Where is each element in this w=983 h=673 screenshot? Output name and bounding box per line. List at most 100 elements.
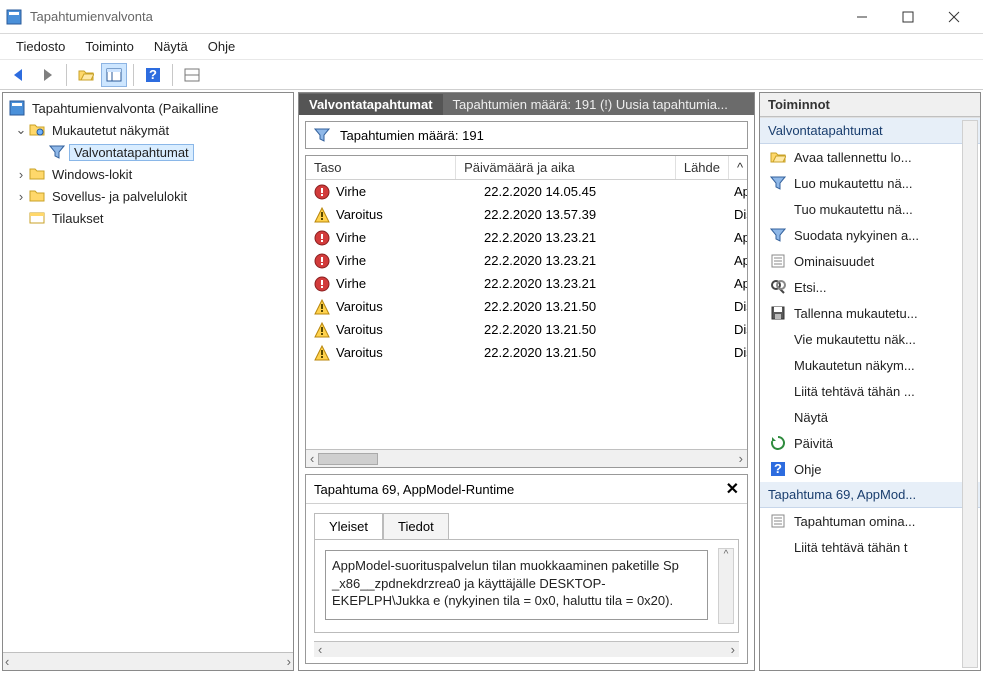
action-label: Mukautetun näkym... — [794, 358, 915, 373]
error-icon — [314, 276, 330, 292]
filter-summary-text: Tapahtumien määrä: 191 — [340, 128, 484, 143]
menu-action[interactable]: Toiminto — [75, 36, 143, 57]
action-label: Avaa tallennettu lo... — [794, 150, 912, 165]
blank-icon — [770, 331, 786, 347]
event-column-headers[interactable]: Taso Päivämäärä ja aika Lähde ^ — [306, 156, 747, 180]
toolbar-separator — [133, 64, 134, 86]
action-item[interactable]: Liitä tehtävä tähän t — [760, 534, 980, 560]
event-date: 22.2.2020 13.23.21 — [476, 251, 726, 270]
menu-file[interactable]: Tiedosto — [6, 36, 75, 57]
event-row[interactable]: Varoitus22.2.2020 13.21.50Distrib — [306, 318, 747, 341]
event-level: Varoitus — [336, 207, 383, 222]
tree-custom-views[interactable]: ⌄ Mukautetut näkymät — [5, 119, 291, 141]
action-item[interactable]: Luo mukautettu nä... — [760, 170, 980, 196]
action-item[interactable]: Suodata nykyinen a... — [760, 222, 980, 248]
scroll-right-icon[interactable]: › — [739, 451, 743, 466]
close-button[interactable] — [931, 1, 977, 33]
action-label: Suodata nykyinen a... — [794, 228, 919, 243]
actions-group-admin-events[interactable]: Valvontatapahtumat ▲ — [760, 118, 980, 144]
tree-root[interactable]: Tapahtumienvalvonta (Paikalline — [5, 97, 291, 119]
tree-subscriptions[interactable]: Tilaukset — [5, 207, 291, 229]
menubar: Tiedosto Toiminto Näytä Ohje — [0, 34, 983, 60]
event-row[interactable]: Varoitus22.2.2020 13.57.39Distrib — [306, 203, 747, 226]
event-source: AppM — [726, 228, 747, 247]
scroll-thumb[interactable] — [318, 453, 378, 465]
event-row[interactable]: Virhe22.2.2020 14.05.45AppM — [306, 180, 747, 203]
scroll-left-icon[interactable]: ‹ — [310, 451, 314, 466]
tree-subscriptions-label: Tilaukset — [49, 210, 107, 227]
event-list-h-scrollbar[interactable]: ‹ › — [306, 449, 747, 467]
event-details: Tapahtuma 69, AppModel-Runtime ✕ Yleiset… — [305, 474, 748, 664]
event-row[interactable]: Virhe 22.2.2020 13.23.21AppM — [306, 226, 747, 249]
action-label: Etsi... — [794, 280, 827, 295]
action-item[interactable]: Päivitä — [760, 430, 980, 456]
filter-icon — [49, 144, 65, 160]
toolbar-preview-button[interactable] — [179, 63, 205, 87]
col-source[interactable]: Lähde — [676, 156, 729, 179]
details-h-scrollbar[interactable]: ‹› — [314, 641, 739, 657]
menu-view[interactable]: Näytä — [144, 36, 198, 57]
action-label: Tapahtuman omina... — [794, 514, 915, 529]
action-item[interactable]: Tallenna mukautetu... — [760, 300, 980, 326]
toolbar-showhide-tree-button[interactable] — [73, 63, 99, 87]
action-item[interactable]: Vie mukautettu näk... — [760, 326, 980, 352]
col-date[interactable]: Päivämäärä ja aika — [456, 156, 676, 179]
blank-icon — [770, 357, 786, 373]
details-close-button[interactable]: ✕ — [726, 479, 739, 499]
event-row[interactable]: Varoitus22.2.2020 13.21.50Distrib — [306, 341, 747, 364]
toolbar-separator — [66, 64, 67, 86]
action-item[interactable]: Tuo mukautettu nä... — [760, 196, 980, 222]
menu-help[interactable]: Ohje — [198, 36, 245, 57]
tree-admin-events[interactable]: Valvontatapahtumat — [5, 141, 291, 163]
event-level: Virhe — [336, 230, 366, 245]
action-label: Liitä tehtävä tähän ... — [794, 384, 915, 399]
tree-windows-logs[interactable]: › Windows-lokit — [5, 163, 291, 185]
action-item[interactable]: Avaa tallennettu lo... — [760, 144, 980, 170]
expand-toggle-icon[interactable]: › — [13, 167, 29, 182]
event-date: 22.2.2020 13.21.50 — [476, 297, 726, 316]
tab-details[interactable]: Tiedot — [383, 513, 449, 540]
tree-h-scrollbar[interactable]: ‹› — [3, 652, 293, 670]
action-item[interactable]: Mukautetun näkym... — [760, 352, 980, 378]
expand-toggle-icon[interactable]: ⌄ — [13, 122, 29, 138]
actions-pane: Toiminnot Valvontatapahtumat ▲ Avaa tall… — [759, 92, 981, 671]
help-icon — [770, 461, 786, 477]
col-level[interactable]: Taso — [306, 156, 456, 179]
event-date: 22.2.2020 13.23.21 — [476, 228, 726, 247]
event-source: Distrib — [726, 297, 747, 316]
event-source: Distrib — [726, 205, 747, 224]
minimize-button[interactable] — [839, 1, 885, 33]
action-item[interactable]: Tapahtuman omina... — [760, 508, 980, 534]
action-item[interactable]: Ominaisuudet — [760, 248, 980, 274]
actions-header: Toiminnot — [760, 93, 980, 117]
event-source: Distrib — [726, 320, 747, 339]
details-v-scrollbar[interactable]: ^ — [718, 548, 734, 624]
event-row[interactable]: Virhe22.2.2020 13.23.21AppM — [306, 272, 747, 295]
event-row[interactable]: Varoitus 22.2.2020 13.21.50Distrib — [306, 295, 747, 318]
action-item[interactable]: Etsi... — [760, 274, 980, 300]
props-icon — [770, 513, 786, 529]
toolbar-back-button[interactable] — [6, 63, 32, 87]
actions-v-scrollbar[interactable] — [962, 120, 978, 668]
toolbar-layout-button[interactable] — [101, 63, 127, 87]
blank-icon — [770, 201, 786, 217]
expand-toggle-icon[interactable]: › — [13, 189, 29, 204]
tab-general[interactable]: Yleiset — [314, 513, 383, 540]
action-item[interactable]: Liitä tehtävä tähän ... — [760, 378, 980, 404]
tree-app-service-logs[interactable]: › Sovellus- ja palvelulokit — [5, 185, 291, 207]
maximize-button[interactable] — [885, 1, 931, 33]
toolbar — [0, 60, 983, 90]
action-item[interactable]: Näytä▶ — [760, 404, 980, 430]
event-source: AppM — [726, 182, 747, 201]
event-row[interactable]: Virhe22.2.2020 13.23.21AppM — [306, 249, 747, 272]
actions-group-event[interactable]: Tapahtuma 69, AppMod... ▲ — [760, 482, 980, 508]
event-level: Virhe — [336, 253, 366, 268]
toolbar-forward-button[interactable] — [34, 63, 60, 87]
event-level: Varoitus — [336, 299, 383, 314]
scroll-up-icon[interactable]: ^ — [729, 156, 747, 179]
warning-icon — [314, 322, 330, 338]
event-date: 22.2.2020 14.05.45 — [476, 182, 726, 201]
action-label: Luo mukautettu nä... — [794, 176, 913, 191]
action-item[interactable]: Ohje▶ — [760, 456, 980, 482]
toolbar-help-button[interactable] — [140, 63, 166, 87]
